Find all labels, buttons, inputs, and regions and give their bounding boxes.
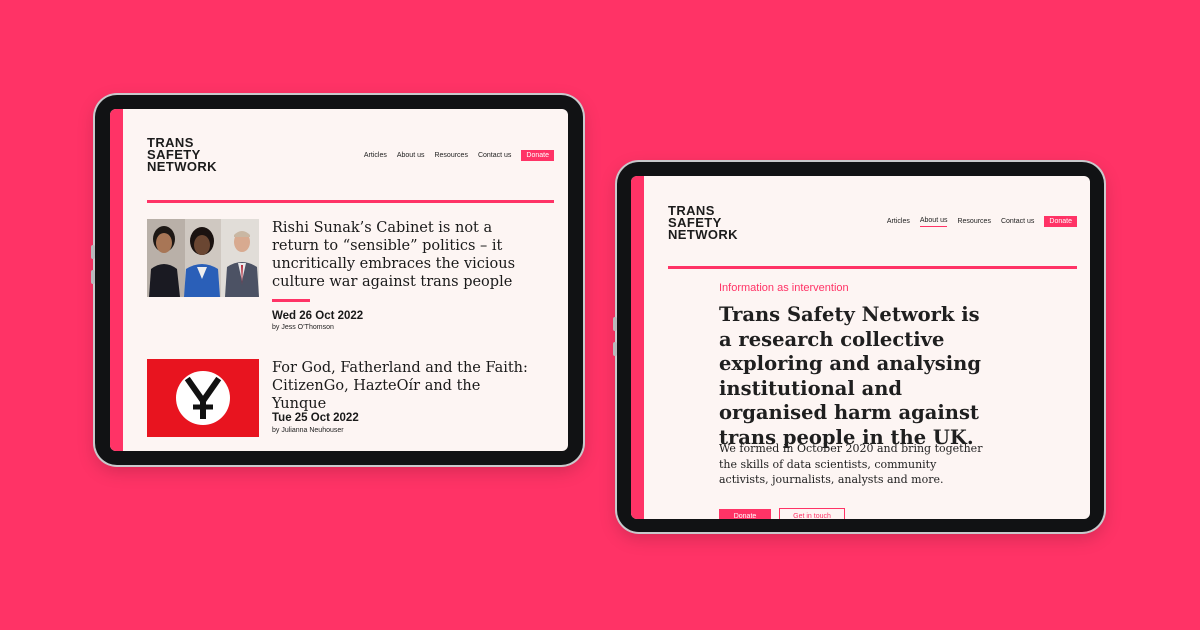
article-byline: by Jess O’Thomson [272,324,334,331]
nav-about[interactable]: About us [919,217,948,227]
screen-right: TRANS SAFETY NETWORK Articles About us R… [631,176,1090,519]
article-title[interactable]: Rishi Sunak’s Cabinet is not a return to… [272,219,530,291]
main-nav: Articles About us Resources Contact us D… [364,150,554,161]
section-eyebrow: Information as intervention [719,282,849,294]
site-logo[interactable]: TRANS SAFETY NETWORK [147,136,217,174]
nav-resources[interactable]: Resources [434,152,467,159]
tablet-side-button [613,317,617,331]
article-thumbnail[interactable] [147,219,259,297]
article-byline: by Julianna Neuhouser [272,427,344,434]
nav-donate-button[interactable]: Donate [1044,216,1077,227]
header-divider [147,200,554,203]
intro-lead: Trans Safety Network is a research colle… [719,303,981,449]
portrait-photo-icon [147,219,259,297]
nav-articles[interactable]: Articles [364,152,387,159]
nav-resources[interactable]: Resources [957,218,990,225]
nav-contact[interactable]: Contact us [1001,218,1034,225]
nav-articles[interactable]: Articles [887,218,910,225]
tablet-side-button [91,270,95,284]
article-divider [272,299,310,302]
article-thumbnail[interactable] [147,359,259,437]
get-in-touch-button[interactable]: Get in touch [779,508,845,519]
nav-about[interactable]: About us [397,152,425,159]
accent-strip [631,176,644,519]
intro-body: We formed in October 2020 and bring toge… [719,442,983,486]
article-title[interactable]: For God, Fatherland and the Faith: Citiz… [272,359,530,413]
accent-strip [110,109,123,451]
site-logo[interactable]: TRANS SAFETY NETWORK [668,204,738,242]
nav-donate-button[interactable]: Donate [521,150,554,161]
yunque-symbol-icon [147,359,259,437]
article-date: Wed 26 Oct 2022 [272,310,364,322]
tablet-right: TRANS SAFETY NETWORK Articles About us R… [613,162,1104,532]
logo-line: NETWORK [147,159,217,174]
logo-line: NETWORK [668,227,738,242]
nav-contact[interactable]: Contact us [478,152,511,159]
header-divider [668,266,1077,269]
donate-button[interactable]: Donate [719,509,771,519]
tablet-side-button [91,245,95,259]
main-nav: Articles About us Resources Contact us D… [887,216,1077,227]
article-date: Tue 25 Oct 2022 [272,412,359,424]
tablet-left: TRANS SAFETY NETWORK Articles About us R… [91,95,583,465]
screen-left: TRANS SAFETY NETWORK Articles About us R… [110,109,568,451]
tablet-side-button [613,342,617,356]
